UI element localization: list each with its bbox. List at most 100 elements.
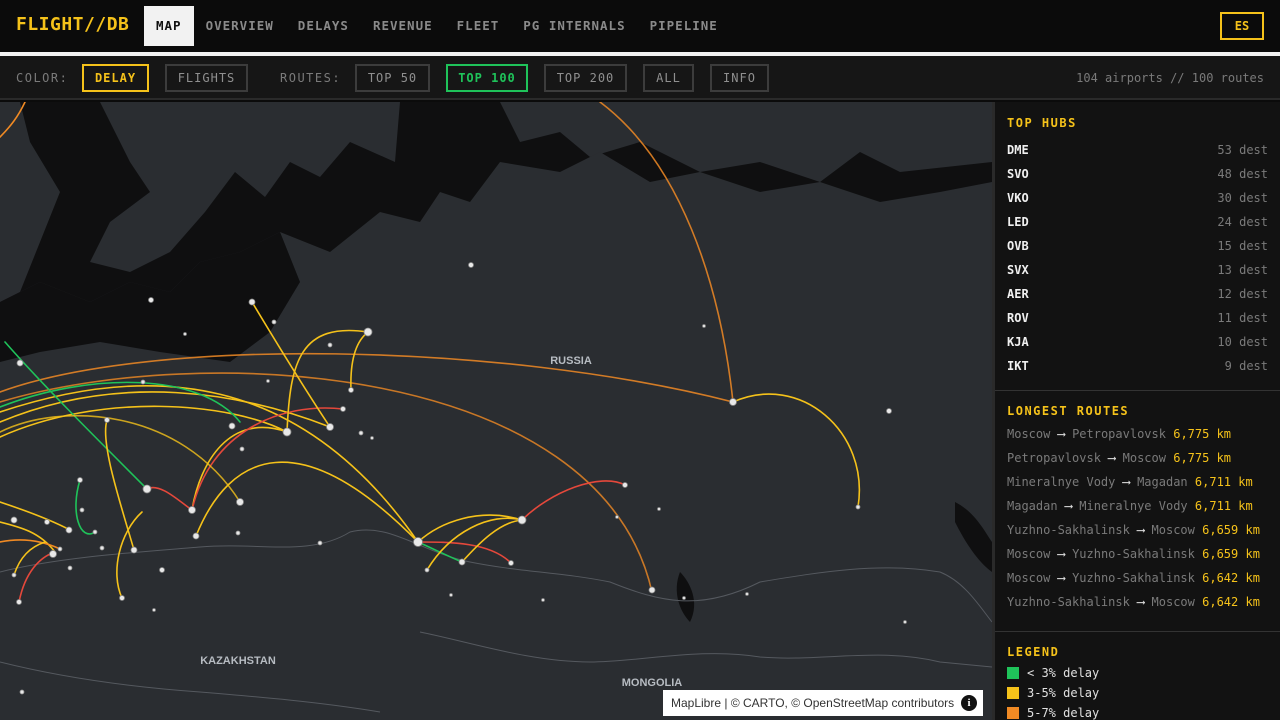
hub-row[interactable]: DME 53 dest — [1007, 138, 1280, 162]
tab-map[interactable]: MAP — [144, 6, 194, 46]
airport-marker[interactable] — [271, 319, 277, 325]
airport-marker[interactable] — [77, 477, 83, 483]
brand-logo[interactable]: FLIGHT//DB — [16, 14, 129, 35]
hub-row[interactable]: SVX 13 dest — [1007, 258, 1280, 282]
hub-row[interactable]: LED 24 dest — [1007, 210, 1280, 234]
airport-marker[interactable] — [44, 519, 50, 525]
airport-marker[interactable] — [370, 436, 374, 440]
airport-marker[interactable] — [119, 595, 125, 601]
airport-marker[interactable] — [92, 529, 98, 535]
airport-marker[interactable] — [358, 430, 364, 436]
airport-marker[interactable] — [228, 422, 236, 430]
hub-row[interactable]: OVB 15 dest — [1007, 234, 1280, 258]
routes-top-50-button[interactable]: TOP 50 — [355, 64, 430, 92]
arrow-right-icon: ⟶ — [1057, 571, 1065, 585]
airport-marker[interactable] — [104, 417, 110, 423]
tab-overview[interactable]: OVERVIEW — [194, 6, 286, 46]
airport-marker[interactable] — [541, 598, 545, 602]
airport-marker[interactable] — [266, 379, 270, 383]
airport-marker[interactable] — [886, 408, 892, 414]
airport-marker[interactable] — [148, 297, 154, 303]
hub-row[interactable]: ROV 11 dest — [1007, 306, 1280, 330]
airport-marker[interactable] — [657, 507, 661, 511]
tab-pg-internals[interactable]: PG INTERNALS — [511, 6, 637, 46]
tab-revenue[interactable]: REVENUE — [361, 6, 445, 46]
airport-marker[interactable] — [99, 545, 105, 551]
airport-marker[interactable] — [615, 515, 619, 519]
longest-route-row[interactable]: Petropavlovsk ⟶ Moscow 6,775 km — [1007, 446, 1280, 470]
airport-marker[interactable] — [326, 423, 334, 431]
hub-row[interactable]: AER 12 dest — [1007, 282, 1280, 306]
airport-marker[interactable] — [235, 530, 241, 536]
hub-row[interactable]: IKT 9 dest — [1007, 354, 1280, 378]
airport-marker[interactable] — [317, 540, 323, 546]
airport-marker[interactable] — [458, 558, 466, 566]
airport-marker[interactable] — [648, 586, 656, 594]
longest-route-row[interactable]: Moscow ⟶ Petropavlovsk 6,775 km — [1007, 422, 1280, 446]
airport-marker[interactable] — [183, 332, 187, 336]
hub-row[interactable]: SVO 48 dest — [1007, 162, 1280, 186]
info-icon[interactable]: i — [961, 695, 977, 711]
maplibre-link[interactable]: MapLibre — [671, 696, 721, 710]
info-button[interactable]: INFO — [710, 64, 769, 92]
airport-marker[interactable] — [622, 482, 628, 488]
color-flights-button[interactable]: FLIGHTS — [165, 64, 248, 92]
airport-marker[interactable] — [188, 506, 196, 514]
airport-marker[interactable] — [348, 387, 354, 393]
airport-marker[interactable] — [236, 498, 244, 506]
airport-marker[interactable] — [363, 327, 373, 337]
hub-row[interactable]: KJA 10 dest — [1007, 330, 1280, 354]
route-map[interactable]: RUSSIA KAZAKHSTAN MONGOLIA MapLibre | © … — [0, 102, 992, 720]
airport-marker[interactable] — [57, 546, 63, 552]
airport-marker[interactable] — [449, 593, 453, 597]
tab-fleet[interactable]: FLEET — [445, 6, 512, 46]
color-delay-button[interactable]: DELAY — [82, 64, 149, 92]
hub-row[interactable]: VKO 30 dest — [1007, 186, 1280, 210]
airport-marker[interactable] — [729, 398, 737, 406]
airport-marker[interactable] — [192, 532, 200, 540]
airport-marker[interactable] — [152, 608, 156, 612]
routes-top-200-button[interactable]: TOP 200 — [544, 64, 627, 92]
airport-marker[interactable] — [282, 427, 292, 437]
airport-marker[interactable] — [49, 550, 57, 558]
longest-route-row[interactable]: Yuzhno-Sakhalinsk ⟶ Moscow 6,659 km — [1007, 518, 1280, 542]
longest-route-row[interactable]: Moscow ⟶ Yuzhno-Sakhalinsk 6,659 km — [1007, 542, 1280, 566]
airport-marker[interactable] — [508, 560, 514, 566]
airport-marker[interactable] — [517, 515, 527, 525]
tab-pipeline[interactable]: PIPELINE — [638, 6, 730, 46]
airport-marker[interactable] — [855, 504, 861, 510]
airport-marker[interactable] — [19, 689, 25, 695]
airport-marker[interactable] — [159, 567, 165, 573]
language-toggle-button[interactable]: ES — [1220, 12, 1264, 40]
airport-marker[interactable] — [67, 565, 73, 571]
airport-marker[interactable] — [130, 546, 138, 554]
airport-marker[interactable] — [327, 342, 333, 348]
route-distance: 6,775 km — [1173, 451, 1232, 465]
airport-marker[interactable] — [248, 298, 256, 306]
map-canvas[interactable]: RUSSIA KAZAKHSTAN MONGOLIA — [0, 102, 992, 720]
routes-top-100-button[interactable]: TOP 100 — [446, 64, 528, 92]
airport-marker[interactable] — [424, 567, 430, 573]
airport-marker[interactable] — [340, 406, 346, 412]
airport-marker[interactable] — [10, 516, 18, 524]
airport-marker[interactable] — [682, 596, 686, 600]
tab-delays[interactable]: DELAYS — [286, 6, 361, 46]
longest-route-row[interactable]: Yuzhno-Sakhalinsk ⟶ Moscow 6,642 km — [1007, 590, 1280, 614]
airport-marker[interactable] — [16, 599, 22, 605]
longest-route-row[interactable]: Mineralnye Vody ⟶ Magadan 6,711 km — [1007, 470, 1280, 494]
airport-marker[interactable] — [79, 507, 85, 513]
airport-marker[interactable] — [140, 379, 146, 385]
airport-marker[interactable] — [468, 262, 474, 268]
longest-route-row[interactable]: Moscow ⟶ Yuzhno-Sakhalinsk 6,642 km — [1007, 566, 1280, 590]
airport-marker[interactable] — [65, 526, 73, 534]
airport-marker[interactable] — [745, 592, 749, 596]
routes-all-button[interactable]: ALL — [643, 64, 694, 92]
longest-route-row[interactable]: Magadan ⟶ Mineralnye Vody 6,711 km — [1007, 494, 1280, 518]
airport-marker[interactable] — [11, 572, 17, 578]
airport-marker[interactable] — [413, 537, 423, 547]
airport-marker[interactable] — [702, 324, 706, 328]
airport-marker[interactable] — [16, 359, 24, 367]
airport-marker[interactable] — [239, 446, 245, 452]
airport-marker[interactable] — [903, 620, 907, 624]
airport-marker[interactable] — [142, 484, 152, 494]
